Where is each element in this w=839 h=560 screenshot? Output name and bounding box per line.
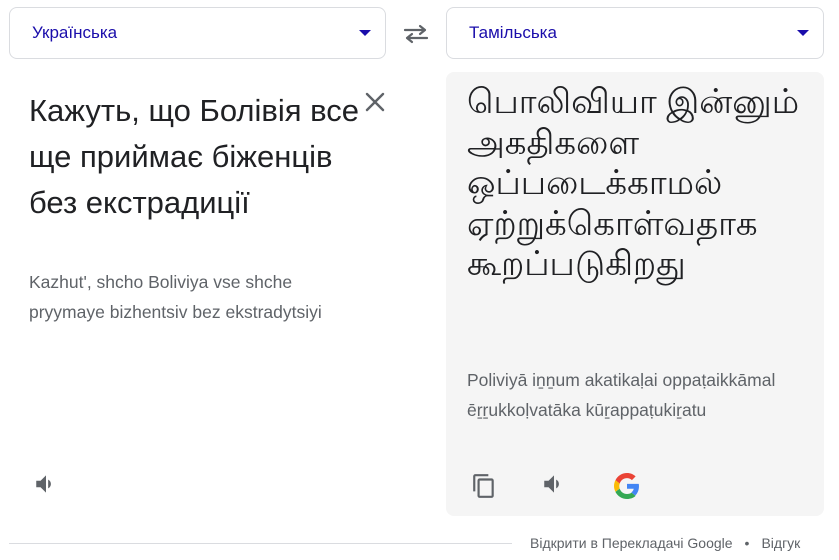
- source-language-dropdown[interactable]: Українська: [9, 7, 386, 59]
- feedback-link[interactable]: Відгук: [761, 535, 800, 551]
- listen-translation-button[interactable]: [537, 467, 571, 501]
- google-search-button[interactable]: [610, 469, 644, 503]
- google-logo-icon: [614, 473, 639, 499]
- chevron-down-icon: [797, 30, 809, 36]
- source-panel: Кажуть, що Болівія все ще приймає біженц…: [9, 72, 429, 517]
- swap-arrows-icon: [403, 24, 429, 44]
- speaker-icon: [544, 475, 559, 493]
- swap-languages-button[interactable]: [398, 18, 434, 50]
- source-language-label: Українська: [32, 23, 118, 42]
- target-language-dropdown[interactable]: Тамільська: [446, 7, 824, 59]
- copy-icon: [473, 474, 494, 498]
- source-transliteration: Kazhut', shcho Boliviya vse shche pryyma…: [29, 272, 322, 322]
- translated-text: பொலிவியா இன்னும் அகதிகளை ஒப்படைக்காமல் ஏ…: [467, 83, 800, 283]
- chevron-down-icon: [359, 30, 371, 36]
- footer-separator: •: [744, 535, 750, 551]
- clear-source-button[interactable]: [361, 88, 389, 116]
- target-language-label: Тамільська: [469, 23, 557, 42]
- listen-source-button[interactable]: [29, 467, 63, 501]
- close-icon: [365, 92, 385, 112]
- footer: Відкрити в Перекладачі Google • Відгук: [530, 535, 800, 551]
- target-transliteration: Poliviyā iṉṉum akatikaḷai oppaṭaikkāmal …: [467, 370, 776, 420]
- target-panel: பொலிவியா இன்னும் அகதிகளை ஒப்படைக்காமல் ஏ…: [446, 72, 824, 516]
- footer-divider: [9, 543, 512, 544]
- source-text[interactable]: Кажуть, що Болівія все ще приймає біженц…: [29, 88, 359, 226]
- copy-translation-button[interactable]: [467, 469, 501, 503]
- translate-widget: Українська Тамільська Кажуть, що Болівія…: [0, 0, 839, 560]
- open-in-translate-link[interactable]: Відкрити в Перекладачі Google: [530, 535, 733, 551]
- speaker-icon: [36, 475, 51, 493]
